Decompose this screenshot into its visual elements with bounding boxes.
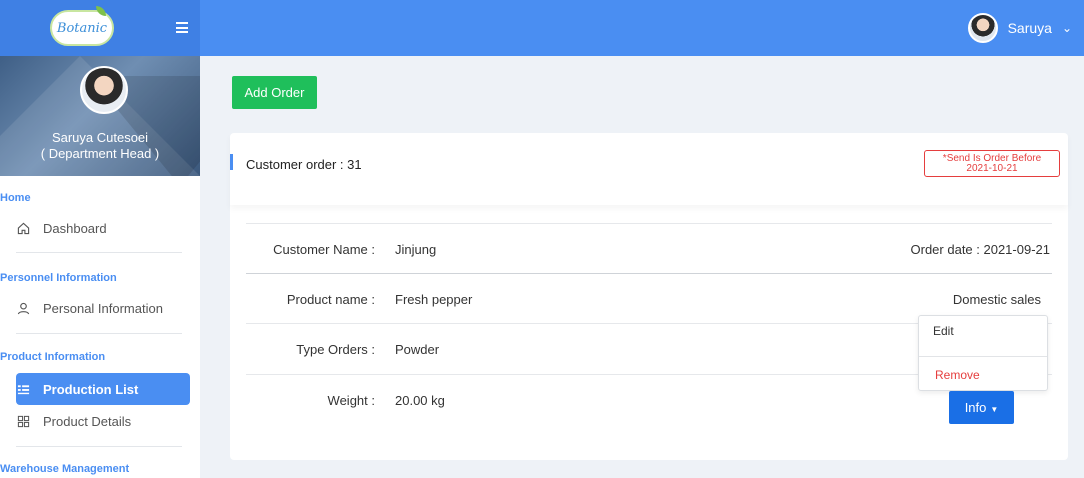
order-card: Customer order : 31 *Send Is Order Befor… (230, 133, 1068, 460)
type-orders-label: Type Orders : (296, 342, 375, 357)
sidebar-item-production-list[interactable]: Production List (16, 373, 190, 405)
top-bar: Botanic Saruya ⌄ (0, 0, 1084, 56)
weight-label: Weight : (327, 393, 375, 408)
row-divider (246, 273, 1052, 274)
deadline-date: 2021-10-21 (966, 163, 1018, 174)
sidebar-item-label: Production List (43, 381, 139, 397)
user-menu[interactable]: Saruya ⌄ (967, 12, 1072, 44)
user-icon (16, 301, 30, 315)
divider (16, 333, 182, 334)
type-orders-value: Powder (395, 342, 440, 357)
info-button-label: Info (964, 400, 987, 415)
row-divider (246, 223, 1052, 224)
sidebar-item-product-details[interactable]: Product Details (16, 405, 190, 437)
profile-card: Saruya Cutesoei ( Department Head ) (0, 56, 200, 176)
weight-value: 20.00 kg (395, 393, 445, 408)
sidebar-item-personal-information[interactable]: Personal Information (16, 292, 190, 324)
order-date: Order date : 2021-09-21 (910, 242, 1050, 257)
remove-menu-item[interactable]: Remove (935, 368, 980, 382)
profile-role: ( Department Head ) (40, 146, 160, 161)
product-name-value: Fresh pepper (395, 292, 473, 307)
chevron-down-icon: ⌄ (1061, 21, 1072, 35)
section-title: Personnel Information (0, 272, 117, 284)
profile-name: Saruya Cutesoei (51, 130, 149, 145)
list-icon (16, 382, 30, 396)
card-title: Customer order : 31 (246, 157, 362, 172)
section-title: Warehouse Management (0, 463, 130, 475)
home-icon (16, 221, 30, 235)
product-name-label: Product name : (286, 292, 375, 307)
logo-area: Botanic (0, 0, 200, 56)
sidebar-item-label: Product Details (43, 413, 132, 429)
customer-name-value: Jinjung (395, 242, 437, 257)
leaf-icon (96, 6, 106, 16)
info-dropdown-button[interactable]: Info ▼ (949, 391, 1014, 424)
deadline-badge: *Send Is Order Before 2021-10-21 (924, 150, 1060, 177)
sidebar-item-dashboard[interactable]: Dashboard (16, 212, 190, 244)
customer-name-label: Customer Name : (273, 242, 375, 257)
caret-down-icon: ▼ (990, 405, 999, 414)
sales-type: Domestic sales (952, 292, 1041, 307)
logo-text: Botanic (56, 20, 108, 36)
add-order-button[interactable]: Add Order (232, 76, 317, 109)
menu-toggle-icon[interactable] (176, 22, 188, 33)
divider (16, 252, 182, 253)
menu-divider (919, 356, 1047, 357)
section-title: Home (0, 192, 31, 204)
actions-dropdown-menu: Edit Remove (918, 315, 1048, 391)
title-accent-bar (230, 154, 233, 170)
card-header: Customer order : 31 *Send Is Order Befor… (230, 133, 1068, 205)
sidebar-item-label: Dashboard (43, 220, 107, 236)
user-name: Saruya (1007, 20, 1052, 36)
edit-menu-item[interactable]: Edit (933, 324, 954, 338)
divider (16, 446, 182, 447)
section-title: Product Information (0, 351, 106, 363)
sidebar-item-label: Personal Information (43, 300, 163, 316)
grid-icon (16, 414, 30, 428)
avatar (967, 13, 998, 43)
app-logo[interactable]: Botanic (50, 6, 114, 46)
profile-avatar (80, 66, 128, 114)
